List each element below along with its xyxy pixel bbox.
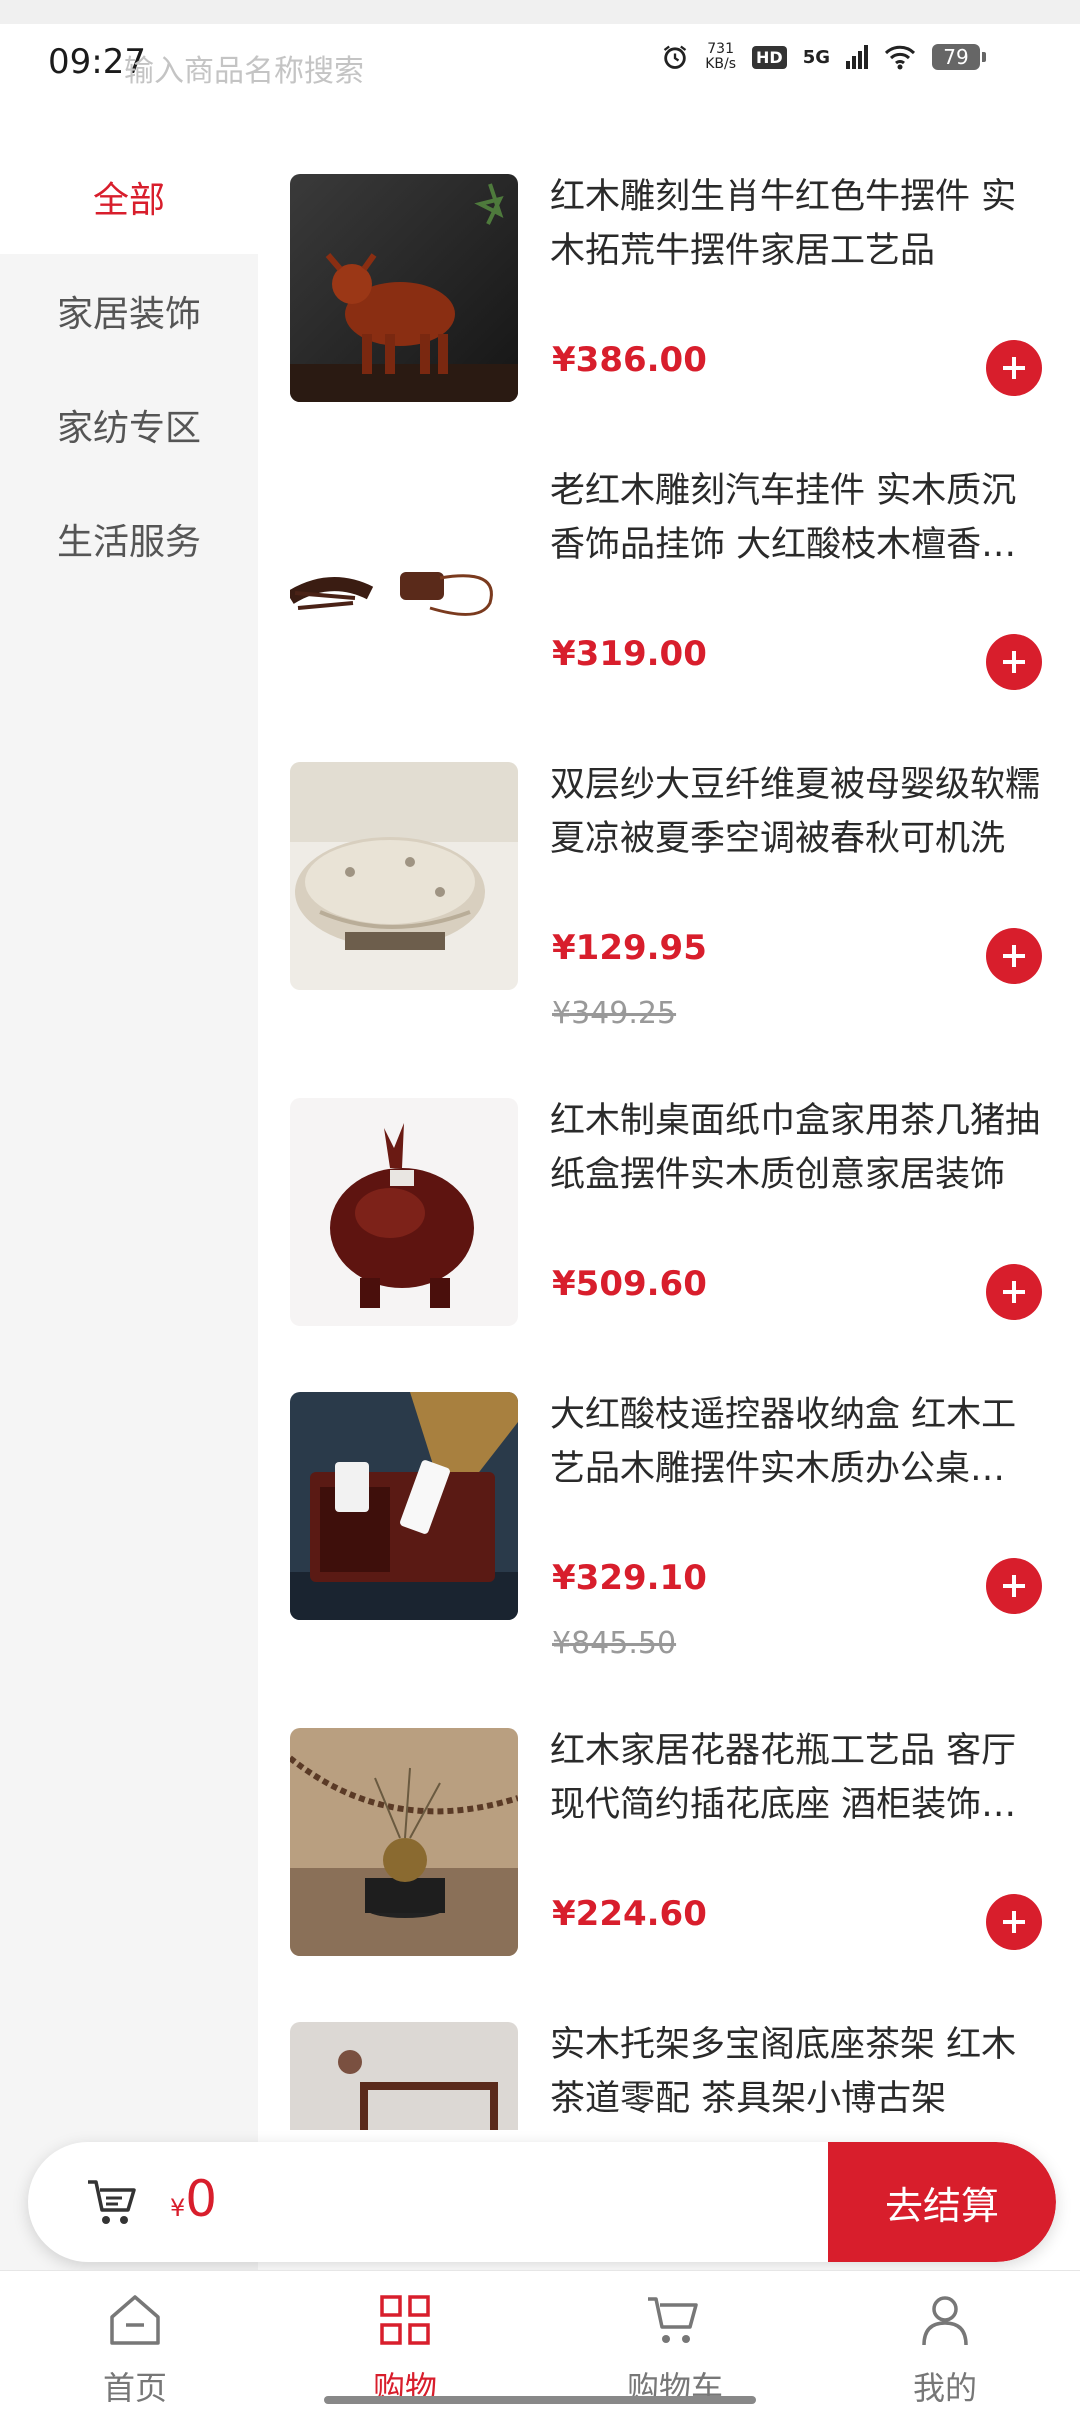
product-list[interactable]: 红木雕刻生肖牛红色牛摆件 实木拓荒牛摆件家居工艺品 ¥386.00 老红木雕刻汽… (258, 140, 1080, 2130)
plus-icon (1003, 357, 1025, 379)
product-image[interactable] (290, 1392, 518, 1620)
product-title[interactable]: 实木托架多宝阁底座茶架 红木茶道零配 茶具架小博古架 (550, 2018, 1040, 2126)
bottom-tab-bar: 首页 购物 购物车 我的 (0, 2270, 1080, 2409)
tab-home-label: 首页 (102, 2369, 167, 2407)
category-item-life-services[interactable]: 生活服务 (0, 482, 258, 596)
product-price: ¥319.00 (552, 634, 707, 674)
add-to-cart-button[interactable] (986, 928, 1042, 984)
plus-icon (1003, 651, 1025, 673)
product-price: ¥329.10 (552, 1558, 707, 1598)
search-input[interactable]: 输入商品名称搜索 (124, 46, 364, 90)
network-5g: 5G (802, 46, 830, 68)
product-price: ¥386.00 (552, 340, 707, 380)
product-title[interactable]: 双层纱大豆纤维夏被母婴级软糯夏凉被夏季空调被春秋可机洗 (550, 758, 1040, 866)
net-speed-unit: KB/s (705, 56, 737, 72)
product-card[interactable]: 红木制桌面纸巾盒家用茶几猪抽纸盒摆件实木质创意家居装饰 ¥509.60 (258, 1064, 1080, 1358)
product-title[interactable]: 红木制桌面纸巾盒家用茶几猪抽纸盒摆件实木质创意家居装饰 (550, 1094, 1040, 1202)
status-icons: 731 KB/s HD 5G 79 (661, 42, 986, 72)
net-speed: 731 KB/s (705, 42, 736, 72)
product-price: ¥129.95 (552, 928, 707, 968)
plus-icon (1003, 945, 1025, 967)
product-image[interactable] (290, 174, 518, 402)
gesture-home-bar[interactable] (324, 2396, 756, 2404)
product-card[interactable]: 大红酸枝遥控器收纳盒 红木工艺品木雕摆件实木质办公桌面收纳 ¥329.10 ¥8… (258, 1358, 1080, 1694)
product-image[interactable] (290, 1728, 518, 1956)
add-to-cart-button[interactable] (986, 634, 1042, 690)
signal-icon (846, 45, 868, 69)
add-to-cart-button[interactable] (986, 1558, 1042, 1614)
hd-badge: HD (752, 45, 787, 69)
plus-icon (1003, 1911, 1025, 1933)
alarm-icon (664, 45, 687, 69)
tab-home[interactable]: 首页 (35, 2289, 235, 2409)
category-item-home-textiles[interactable]: 家纺专区 (0, 368, 258, 482)
product-card[interactable]: 红木雕刻生肖牛红色牛摆件 实木拓荒牛摆件家居工艺品 ¥386.00 (258, 140, 1080, 434)
add-to-cart-button[interactable] (986, 340, 1042, 396)
original-price: ¥349.25 (552, 996, 677, 1031)
tab-profile[interactable]: 我的 (845, 2289, 1045, 2409)
add-to-cart-button[interactable] (986, 1264, 1042, 1320)
grid-icon (380, 2295, 430, 2345)
product-price: ¥224.60 (552, 1894, 707, 1934)
user-icon (922, 2296, 968, 2346)
top-band (0, 0, 1080, 24)
cart-bar: ¥0 去结算 (28, 2142, 1056, 2262)
product-title[interactable]: 老红木雕刻汽车挂件 实木质沉香饰品挂饰 大红酸枝木檀香汽车挂件 (550, 464, 1040, 572)
net-speed-value: 731 (707, 41, 734, 57)
plus-icon (1003, 1281, 1025, 1303)
battery-indicator: 79 (932, 44, 986, 70)
add-to-cart-button[interactable] (986, 1894, 1042, 1950)
product-card[interactable]: 双层纱大豆纤维夏被母婴级软糯夏凉被夏季空调被春秋可机洗 ¥129.95 ¥349… (258, 728, 1080, 1064)
status-bar: 09:27 输入商品名称搜索 731 KB/s HD 5G 79 (0, 24, 1080, 104)
product-image[interactable] (290, 1098, 518, 1326)
cart-total-amount: 0 (185, 2170, 218, 2228)
cart-icon[interactable] (84, 2174, 140, 2230)
product-image[interactable] (290, 762, 518, 990)
category-sidebar: 全部 家居装饰 家纺专区 生活服务 (0, 140, 258, 2270)
category-item-home-decor[interactable]: 家居装饰 (0, 254, 258, 368)
currency-symbol: ¥ (170, 2194, 186, 2222)
tab-profile-label: 我的 (912, 2369, 977, 2407)
product-image[interactable] (290, 468, 518, 696)
original-price: ¥845.50 (552, 1626, 677, 1661)
product-card[interactable]: 实木托架多宝阁底座茶架 红木茶道零配 茶具架小博古架 (258, 1988, 1080, 2130)
plus-icon (1003, 1575, 1025, 1597)
product-title[interactable]: 红木雕刻生肖牛红色牛摆件 实木拓荒牛摆件家居工艺品 (550, 170, 1040, 278)
wifi-icon (884, 45, 916, 70)
product-title[interactable]: 大红酸枝遥控器收纳盒 红木工艺品木雕摆件实木质办公桌面收纳 (550, 1388, 1040, 1496)
home-icon (110, 2295, 160, 2345)
cart-total: ¥0 (170, 2170, 217, 2228)
checkout-button[interactable]: 去结算 (828, 2142, 1056, 2262)
tab-cart[interactable]: 购物车 (575, 2289, 775, 2409)
product-title[interactable]: 红木家居花器花瓶工艺品 客厅现代简约插花底座 酒柜装饰摆件 (550, 1724, 1040, 1832)
product-card[interactable]: 红木家居花器花瓶工艺品 客厅现代简约插花底座 酒柜装饰摆件 ¥224.60 (258, 1694, 1080, 1988)
product-price: ¥509.60 (552, 1264, 707, 1304)
product-card[interactable]: 老红木雕刻汽车挂件 实木质沉香饰品挂饰 大红酸枝木檀香汽车挂件 ¥319.00 (258, 434, 1080, 728)
category-item-all[interactable]: 全部 (0, 140, 258, 254)
product-image[interactable] (290, 2022, 518, 2130)
tab-shopping[interactable]: 购物 (305, 2289, 505, 2409)
cart-icon (648, 2297, 698, 2343)
